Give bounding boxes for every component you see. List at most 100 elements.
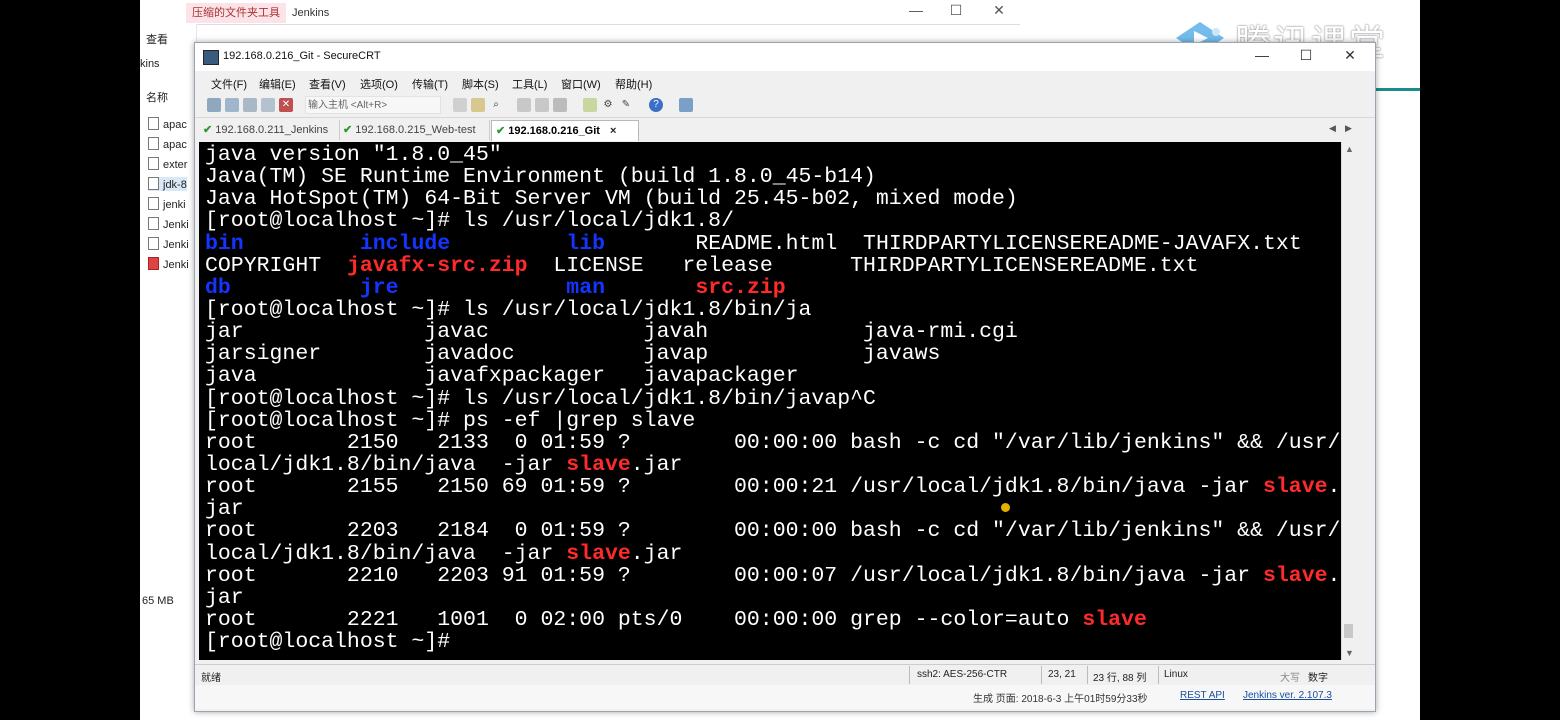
file-item[interactable]: apac [148,137,187,151]
tab-session-git[interactable]: ✔ 192.168.0.216_Git × [491,120,639,141]
terminal-text: [root@localhost ~]# ps -ef |grep slave [205,408,696,433]
tab-close-icon[interactable]: × [610,125,616,137]
terminal[interactable]: java version "1.8.0_45" Java(TM) SE Runti… [199,142,1341,660]
file-item[interactable]: apac [148,117,187,131]
menu-view[interactable]: 查看(V) [309,76,346,92]
terminal-text: .jar [630,541,683,566]
securecrt-window: 192.168.0.216_Git - SecureCRT — ☐ ✕ 文件(F… [194,42,1376,712]
explorer-maximize-button[interactable]: ☐ [942,2,970,19]
menu-file[interactable]: 文件(F) [211,76,247,92]
terminal-scrollbar[interactable]: ▲ ▼ [1341,142,1356,660]
pdf-file-icon [148,257,159,270]
scroll-up-icon[interactable]: ▲ [1345,144,1354,154]
print-icon[interactable] [553,98,567,112]
terminal-text: root 2155 2150 69 01:59 ? 00:00:21 /usr/… [205,475,1263,500]
rest-api-link[interactable]: REST API [1180,690,1225,701]
terminal-text: [root@localhost ~]# ls /usr/local/jdk1.8… [205,209,734,234]
disconnect-icon[interactable]: ✕ [279,98,293,112]
status-num: 数字 [1308,673,1328,684]
address-bar[interactable]: kins [140,58,160,70]
menu-edit[interactable]: 编辑(E) [259,76,296,92]
tab-scroll-left-icon[interactable]: ◀ [1329,123,1336,134]
terminal-text: Java HotSpot(TM) 64-Bit Server VM (build… [205,187,1018,212]
minimize-button[interactable]: — [1249,47,1275,63]
terminal-line: [root@localhost ~]# ls /usr/local/jdk1.8… [205,210,1340,232]
terminal-highlight-text: javafx-src.zip [346,253,528,278]
help-icon[interactable]: ? [649,98,663,112]
session-options-icon[interactable] [583,98,597,112]
file-icon [148,217,159,230]
menu-tools[interactable]: 工具(L) [512,76,547,92]
explorer-tab-zip-tools[interactable]: 压缩的文件夹工具 [186,3,286,23]
toolbar: ✕ 输入主机 <Alt+R> ⌕ ⚙ ✎ ? [195,93,1375,118]
terminal-line: java javafxpackager javapackager [205,365,1340,387]
terminal-line: COPYRIGHT javafx-src.zip LICENSE release… [205,255,1340,277]
quick-connect-icon[interactable] [225,98,239,112]
ribbon-view-tab[interactable]: 查看 [146,31,168,47]
sftp-icon[interactable] [517,98,531,112]
terminal-line: jar javac javah java-rmi.cgi [205,321,1340,343]
maximize-button[interactable]: ☐ [1293,47,1319,64]
explorer-tab-jenkins[interactable]: Jenkins [286,3,335,23]
explorer-minimize-button[interactable]: — [902,2,930,18]
file-item[interactable]: jenki [148,197,186,211]
securecrt-app-icon [203,50,219,65]
terminal-text: [root@localhost ~]# [205,630,451,655]
menu-help[interactable]: 帮助(H) [615,76,652,92]
menu-window[interactable]: 窗口(W) [561,76,601,92]
column-header-name[interactable]: 名称 [146,89,168,105]
jenkins-version-link[interactable]: Jenkins ver. 2.107.3 [1243,690,1332,701]
status-rows-cols: 23 行, 88 列 [1093,673,1147,684]
file-item[interactable]: Jenki [148,257,189,271]
terminal-highlight-text: jre [359,275,399,300]
terminal-line: java version "1.8.0_45" [205,144,1340,166]
terminal-line: root 2221 1001 0 02:00 pts/0 00:00:00 gr… [205,609,1340,631]
connect-icon[interactable] [207,98,221,112]
terminal-text: .jar [630,452,683,477]
print-setup-icon[interactable] [535,98,549,112]
terminal-highlight-text: slave [1262,563,1328,588]
file-item[interactable]: Jenki [148,237,189,251]
file-item[interactable]: exter [148,157,187,171]
terminal-highlight-text: include [359,231,451,256]
tab-session-web-test[interactable]: ✔ 192.168.0.215_Web-test [339,120,490,140]
host-input[interactable]: 输入主机 <Alt+R> [305,96,441,114]
terminal-line: [root@localhost ~]# [205,631,1340,653]
status-bar: 就绪 ssh2: AES-256-CTR 23, 21 23 行, 88 列 L… [195,664,1375,685]
keymap-icon[interactable]: ✎ [619,98,633,112]
status-cursor-position: 23, 21 [1048,669,1076,680]
reconnect-icon[interactable] [261,98,275,112]
terminal-text: README.html THIRDPARTYLICENSEREADME-JAVA… [605,231,1302,256]
paste-icon[interactable] [471,98,485,112]
screen: 压缩的文件夹工具 Jenkins — ☐ ✕ 查看 kins 名称 apac a… [140,0,1420,720]
menu-options[interactable]: 选项(O) [360,76,398,92]
terminal-text: root 2150 2133 0 01:59 ? 00:00:00 bash -… [205,430,1341,455]
file-icon [148,157,159,170]
find-icon[interactable]: ⌕ [489,98,503,112]
scrollbar-thumb[interactable] [1344,624,1353,638]
menu-script[interactable]: 脚本(S) [462,76,499,92]
status-size: 65 MB [142,595,174,607]
menu-transfer[interactable]: 传输(T) [412,76,448,92]
close-button[interactable]: ✕ [1337,47,1363,64]
scroll-down-icon[interactable]: ▼ [1345,648,1354,658]
file-item[interactable]: Jenki [148,217,189,231]
status-divider [1087,666,1088,684]
terminal-highlight-text: db [205,275,231,300]
global-options-icon[interactable]: ⚙ [601,98,615,112]
tab-scroll-right-icon[interactable]: ▶ [1345,123,1352,134]
connect-in-tab-icon[interactable] [243,98,257,112]
button-bar-icon[interactable] [679,98,693,112]
explorer-close-button[interactable]: ✕ [985,2,1013,19]
terminal-line: jar [205,498,1340,520]
status-divider [1041,666,1042,684]
file-item[interactable]: jdk-8 [148,177,187,191]
tab-session-jenkins[interactable]: ✔ 192.168.0.211_Jenkins [199,120,340,140]
copy-icon[interactable] [453,98,467,112]
window-title: 192.168.0.216_Git - SecureCRT [223,50,381,62]
connected-check-icon: ✔ [496,125,506,137]
terminal-output: java version "1.8.0_45" Java(TM) SE Runti… [205,144,1340,653]
status-cipher: ssh2: AES-256-CTR [917,669,1008,680]
